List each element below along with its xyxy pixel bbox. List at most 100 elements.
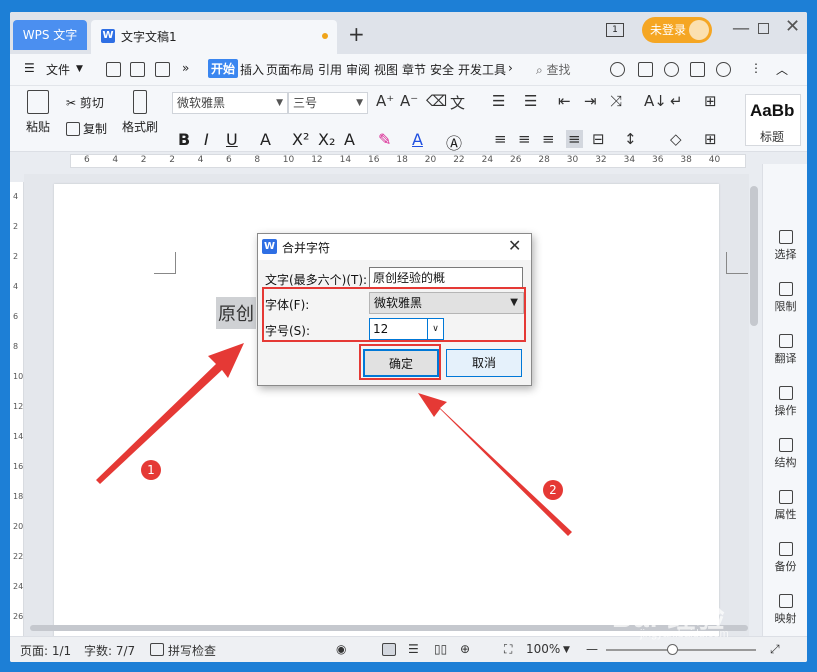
print-icon[interactable]	[155, 62, 170, 77]
menu-tab-view[interactable]: 视图	[374, 61, 398, 78]
export-pdf-icon[interactable]	[130, 62, 145, 77]
search-box[interactable]: ⌕ 查找	[536, 61, 571, 78]
align-right-icon[interactable]: ≡	[542, 130, 555, 148]
zoom-slider-track[interactable]	[606, 649, 756, 651]
text-input[interactable]: 原创经验的概	[369, 267, 523, 289]
menu-file-icon[interactable]: ☰	[24, 61, 35, 75]
cancel-button[interactable]: 取消	[446, 349, 522, 377]
superscript-icon[interactable]: X²	[292, 130, 309, 149]
phonetic-guide-icon[interactable]: 文	[450, 92, 465, 113]
more-tools-icon[interactable]: »	[182, 61, 189, 75]
collapse-ribbon-icon[interactable]: ︿	[776, 61, 788, 78]
show-marks-icon[interactable]: ↵	[670, 92, 683, 110]
maximize-icon[interactable]	[758, 23, 769, 34]
panel-restrict[interactable]: 限制	[763, 282, 807, 314]
underline-icon[interactable]: U	[226, 130, 238, 149]
clear-format-icon[interactable]: ⌫	[426, 92, 447, 110]
shrink-font-icon[interactable]: A⁻	[400, 92, 418, 110]
spell-check-label[interactable]: 拼写检查	[168, 642, 216, 659]
spell-check-icon[interactable]	[150, 643, 164, 656]
zoom-slider-thumb[interactable]	[667, 644, 678, 655]
menu-tab-developer[interactable]: 开发工具	[458, 61, 508, 78]
add-tab-button[interactable]: +	[348, 22, 365, 46]
numbering-icon[interactable]: ☰	[524, 92, 537, 110]
style-gallery[interactable]: AaBb 标题	[745, 94, 801, 146]
web-view-icon[interactable]: ⊕	[460, 642, 470, 656]
minimize-icon[interactable]: —	[732, 18, 750, 39]
borders-icon[interactable]: ⊞	[704, 130, 717, 148]
gear-icon[interactable]	[716, 62, 731, 77]
eye-icon[interactable]: ◉	[336, 642, 346, 656]
window-count-icon[interactable]: 1	[606, 23, 624, 37]
font-name-select[interactable]: 微软雅黑 ▼	[172, 92, 288, 114]
cloud-sync-icon[interactable]	[610, 62, 625, 77]
distributed-icon[interactable]: ⊟	[592, 130, 605, 148]
format-painter-button[interactable]: 格式刷	[120, 90, 160, 135]
panel-mapping[interactable]: 映射	[763, 594, 807, 626]
panel-properties[interactable]: 属性	[763, 490, 807, 522]
close-window-icon[interactable]: ✕	[785, 16, 800, 37]
fit-page-icon[interactable]: ⛶	[504, 642, 512, 657]
chevron-down-icon[interactable]: ▼	[76, 64, 83, 74]
zoom-out-icon[interactable]: —	[586, 642, 598, 656]
menu-tab-security[interactable]: 安全	[430, 61, 454, 78]
menu-file[interactable]: 文件	[46, 61, 70, 78]
cut-button[interactable]: ✂ 剪切	[66, 94, 104, 111]
align-center-icon[interactable]: ≡	[518, 130, 531, 148]
selected-text[interactable]: 原创	[216, 297, 256, 329]
panel-translate[interactable]: 翻译	[763, 334, 807, 366]
collaborate-icon[interactable]	[638, 62, 653, 77]
vertical-scrollbar[interactable]	[750, 186, 758, 326]
menu-tab-start[interactable]: 开始	[208, 59, 239, 78]
dialog-titlebar[interactable]: W 合并字符 ✕	[258, 234, 531, 260]
menu-tab-chapter[interactable]: 章节	[402, 61, 426, 78]
tab-stops-icon[interactable]: ⊞	[704, 92, 717, 110]
shading-icon[interactable]: ◇	[670, 130, 682, 148]
tab-document[interactable]: W 文字文稿1	[91, 20, 337, 54]
login-button[interactable]: 未登录	[642, 17, 712, 43]
sort-icon[interactable]: A↓	[644, 92, 667, 110]
fullscreen-icon[interactable]: ⤢	[770, 642, 780, 657]
highlight-color-icon[interactable]: ✎	[378, 130, 391, 149]
decrease-indent-icon[interactable]: ⇤	[558, 92, 571, 110]
menu-tab-review[interactable]: 审阅	[346, 61, 370, 78]
panel-operation[interactable]: 操作	[763, 386, 807, 418]
line-spacing-icon[interactable]: ↕	[624, 130, 637, 148]
tab-wps-home[interactable]: WPS 文字	[13, 20, 87, 50]
chinese-layout-icon[interactable]: ⤨	[610, 92, 622, 110]
panel-structure[interactable]: 结构	[763, 438, 807, 470]
close-icon[interactable]: ✕	[508, 236, 521, 255]
vertical-ruler[interactable]: 4 2 2 4 6 8 10 12 14 16 18 20 22 24 26	[10, 182, 24, 642]
menu-tab-layout[interactable]: 页面布局	[266, 61, 314, 78]
word-count[interactable]: 字数: 7/7	[84, 642, 135, 659]
share-icon[interactable]	[690, 62, 705, 77]
bullets-icon[interactable]: ☰	[492, 92, 505, 110]
copy-button[interactable]: 复制	[66, 120, 107, 137]
zoom-level[interactable]: 100%	[526, 642, 560, 656]
reading-view-icon[interactable]: ▯▯	[434, 642, 447, 656]
subscript-icon[interactable]: X₂	[318, 130, 335, 149]
font-size-select[interactable]: 三号 ▼	[288, 92, 368, 114]
increase-indent-icon[interactable]: ⇥	[584, 92, 597, 110]
align-left-icon[interactable]: ≡	[494, 130, 507, 148]
page-indicator[interactable]: 页面: 1/1	[20, 642, 71, 659]
comment-icon[interactable]	[664, 62, 679, 77]
horizontal-ruler[interactable]: 6 4 2 2 4 6 8 10 12 14 16 18 20 22 24 26 28 30 32 34 36 38 40	[10, 152, 807, 174]
font-color-icon[interactable]: A	[412, 130, 423, 149]
panel-select[interactable]: 选择	[763, 230, 807, 262]
chevron-down-icon[interactable]: ▼	[563, 645, 570, 655]
panel-backup[interactable]: 备份	[763, 542, 807, 574]
char-border-icon[interactable]: Ⓐ	[446, 130, 462, 154]
italic-icon[interactable]: I	[204, 130, 209, 149]
more-options-icon[interactable]: ⋮	[750, 61, 762, 75]
menu-tab-insert[interactable]: 插入	[240, 61, 264, 78]
menu-tab-references[interactable]: 引用	[318, 61, 342, 78]
bold-icon[interactable]: B	[178, 130, 190, 149]
grow-font-icon[interactable]: A⁺	[376, 92, 394, 110]
strikethrough-icon[interactable]: A	[260, 130, 271, 149]
paste-button[interactable]: 粘贴	[22, 90, 54, 135]
justify-icon[interactable]: ≡	[566, 130, 583, 148]
outline-view-icon[interactable]: ☰	[408, 642, 419, 656]
menu-scroll-right-icon[interactable]: ›	[508, 61, 513, 75]
save-icon[interactable]	[106, 62, 121, 77]
